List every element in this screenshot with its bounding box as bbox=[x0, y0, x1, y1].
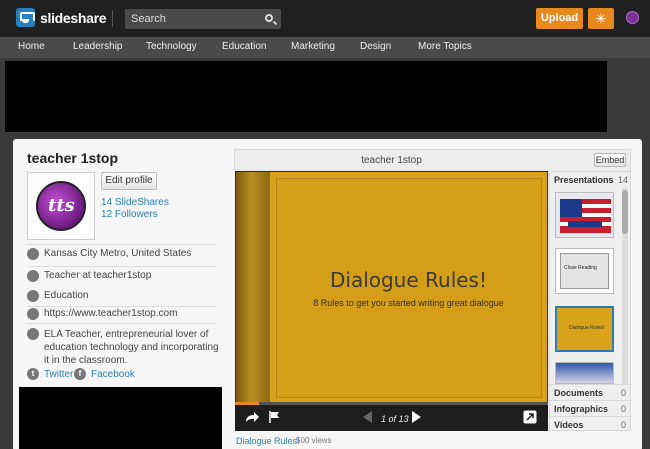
side-row-count: 0 bbox=[620, 404, 626, 414]
next-slide-icon[interactable] bbox=[411, 410, 423, 424]
slide-subtitle: 8 Rules to get you started writing great… bbox=[313, 298, 504, 308]
nav-education[interactable]: Education bbox=[222, 41, 266, 52]
separator bbox=[27, 244, 217, 245]
side-row-infographics[interactable]: Infographics 0 bbox=[550, 400, 630, 416]
profile-name: teacher 1stop bbox=[27, 150, 119, 166]
avatar[interactable]: tts bbox=[27, 172, 95, 240]
thumb-caption: Close Reading bbox=[564, 265, 597, 271]
info-icon bbox=[27, 328, 39, 340]
presentations-count: 14 bbox=[618, 175, 629, 185]
fullscreen-icon[interactable] bbox=[523, 410, 537, 424]
person-icon bbox=[27, 270, 39, 282]
page-indicator: 1 of 13 bbox=[381, 414, 409, 424]
avatar-text: tts bbox=[48, 195, 75, 216]
upload-button[interactable]: Upload bbox=[536, 8, 583, 29]
view-count: 500 views bbox=[296, 436, 332, 445]
edit-profile-button[interactable]: Edit profile bbox=[101, 172, 157, 190]
twitter-link[interactable]: Twitter bbox=[44, 369, 73, 380]
flag-icon[interactable] bbox=[268, 410, 280, 424]
thumbnail-dialogue-rules[interactable]: Dialogue Rules! bbox=[555, 306, 614, 352]
followers-link[interactable]: 12 Followers bbox=[101, 209, 158, 220]
industry-text: Education bbox=[44, 290, 89, 301]
side-row-label: Infographics bbox=[554, 404, 609, 414]
thumbnail-partial[interactable] bbox=[555, 362, 614, 384]
website-link[interactable]: https://www.teacher1stop.com bbox=[44, 308, 177, 319]
nav-leadership[interactable]: Leadership bbox=[73, 41, 122, 52]
book-spine bbox=[236, 172, 270, 404]
job-text: Teacher at teacher1stop bbox=[44, 270, 152, 281]
globe-icon bbox=[27, 308, 39, 320]
sidebar-ad[interactable] bbox=[19, 387, 222, 449]
location-pin-icon bbox=[27, 248, 39, 260]
location-text: Kansas City Metro, United States bbox=[44, 248, 192, 259]
side-row-videos[interactable]: Videos 0 bbox=[550, 416, 630, 432]
search-icon[interactable] bbox=[265, 14, 273, 22]
nav-more-topics[interactable]: More Topics bbox=[418, 41, 472, 52]
scrollbar-thumb[interactable] bbox=[622, 190, 628, 234]
ad-banner[interactable] bbox=[5, 61, 607, 132]
twitter-icon[interactable]: t bbox=[27, 368, 39, 380]
side-row-documents[interactable]: Documents 0 bbox=[550, 384, 630, 400]
user-avatar-icon[interactable] bbox=[626, 11, 639, 24]
topbar-divider bbox=[112, 10, 113, 27]
topic-nav: Home Leadership Technology Education Mar… bbox=[0, 37, 650, 58]
prev-slide-icon[interactable] bbox=[361, 410, 373, 424]
slide-title: Dialogue Rules! bbox=[329, 268, 487, 292]
viewer-title: teacher 1stop bbox=[361, 155, 422, 166]
search-input[interactable] bbox=[125, 9, 281, 29]
separator bbox=[27, 323, 217, 324]
separator bbox=[27, 266, 217, 267]
side-row-label: Videos bbox=[554, 420, 584, 430]
bio-text: ELA Teacher, entrepreneurial lover of ed… bbox=[44, 329, 219, 366]
facebook-icon[interactable]: f bbox=[74, 368, 86, 380]
side-row-count: 0 bbox=[620, 388, 626, 398]
share-icon[interactable] bbox=[244, 410, 260, 424]
slideshares-link[interactable]: 14 SlideShares bbox=[101, 197, 169, 208]
thumb-caption: Dialogue Rules! bbox=[569, 325, 605, 331]
slideshare-logo-icon[interactable] bbox=[16, 8, 35, 27]
thumbnail-close-reading[interactable]: Close Reading bbox=[555, 248, 614, 294]
briefcase-icon bbox=[27, 290, 39, 302]
side-row-count: 0 bbox=[620, 420, 626, 430]
presentation-title-link[interactable]: Dialogue Rules! bbox=[236, 436, 300, 446]
nav-technology[interactable]: Technology bbox=[146, 41, 197, 52]
thumbnail-flag[interactable] bbox=[555, 192, 614, 238]
brand-name[interactable]: slideshare bbox=[40, 10, 107, 26]
facebook-link[interactable]: Facebook bbox=[91, 369, 135, 380]
sparkle-icon[interactable]: ✳ bbox=[588, 8, 614, 29]
nav-design[interactable]: Design bbox=[360, 41, 391, 52]
separator bbox=[27, 306, 217, 307]
embed-button[interactable]: Embed bbox=[594, 153, 626, 167]
nav-marketing[interactable]: Marketing bbox=[291, 41, 335, 52]
nav-home[interactable]: Home bbox=[18, 41, 45, 52]
presentations-label[interactable]: Presentations bbox=[554, 175, 614, 185]
side-row-label: Documents bbox=[554, 388, 604, 398]
